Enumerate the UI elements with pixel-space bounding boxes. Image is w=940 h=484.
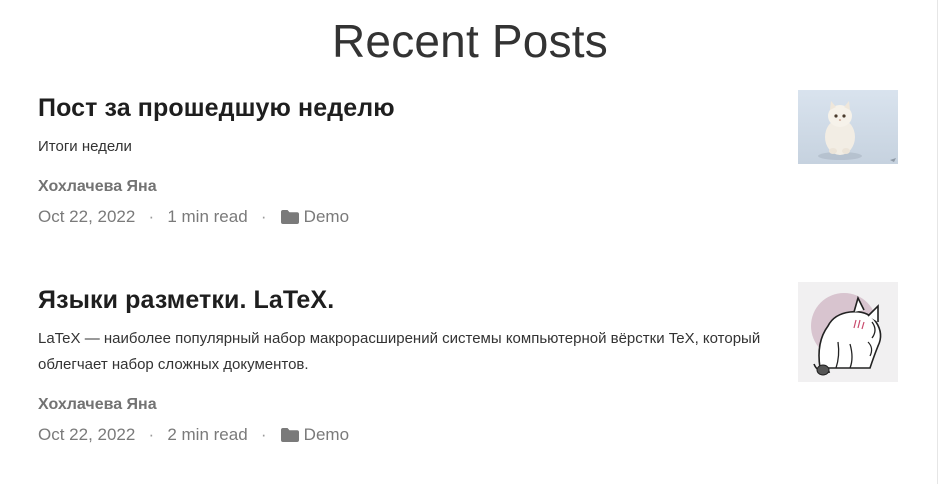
post-read-time: 2 min read — [167, 425, 248, 444]
post-card: Языки разметки. LaTeX. LaTeX — наиболее … — [38, 282, 898, 446]
post-author: Хохлачева Яна — [38, 178, 157, 195]
post-title-link[interactable]: Языки разметки. LaTeX. — [38, 282, 898, 318]
post-author: Хохлачева Яна — [38, 396, 157, 413]
page-edge-divider — [937, 0, 938, 484]
meta-separator: · — [148, 207, 155, 226]
post-date: Oct 22, 2022 — [38, 425, 136, 444]
meta-separator: · — [260, 207, 267, 226]
section-title: Recent Posts — [332, 15, 608, 67]
folder-icon — [280, 210, 299, 224]
post-meta: Oct 22, 2022 · 1 min read · Demo — [38, 206, 898, 228]
post-thumbnail-link[interactable] — [798, 90, 898, 164]
post-summary: LaTeX — наиболее популярный набор макрор… — [38, 330, 761, 373]
post-read-time: 1 min read — [167, 207, 248, 226]
white-kitten-photo — [798, 90, 898, 164]
post-meta: Oct 22, 2022 · 2 min read · Demo — [38, 424, 898, 446]
meta-separator: · — [260, 425, 267, 444]
recent-posts-page: Recent Posts Пост за прошедшую неделю Ит… — [0, 0, 940, 484]
post-date: Oct 22, 2022 — [38, 207, 136, 226]
post-thumbnail-link[interactable] — [798, 282, 898, 382]
cat-illustration — [798, 282, 898, 382]
post-title-link[interactable]: Пост за прошедшую неделю — [38, 90, 898, 126]
post-summary: Итоги недели — [38, 138, 132, 155]
post-category-link[interactable]: Demo — [304, 206, 349, 228]
meta-separator: · — [148, 425, 155, 444]
post-card: Пост за прошедшую неделю Итоги недели Хо… — [38, 90, 898, 228]
post-category-link[interactable]: Demo — [304, 424, 349, 446]
folder-icon — [280, 428, 299, 442]
